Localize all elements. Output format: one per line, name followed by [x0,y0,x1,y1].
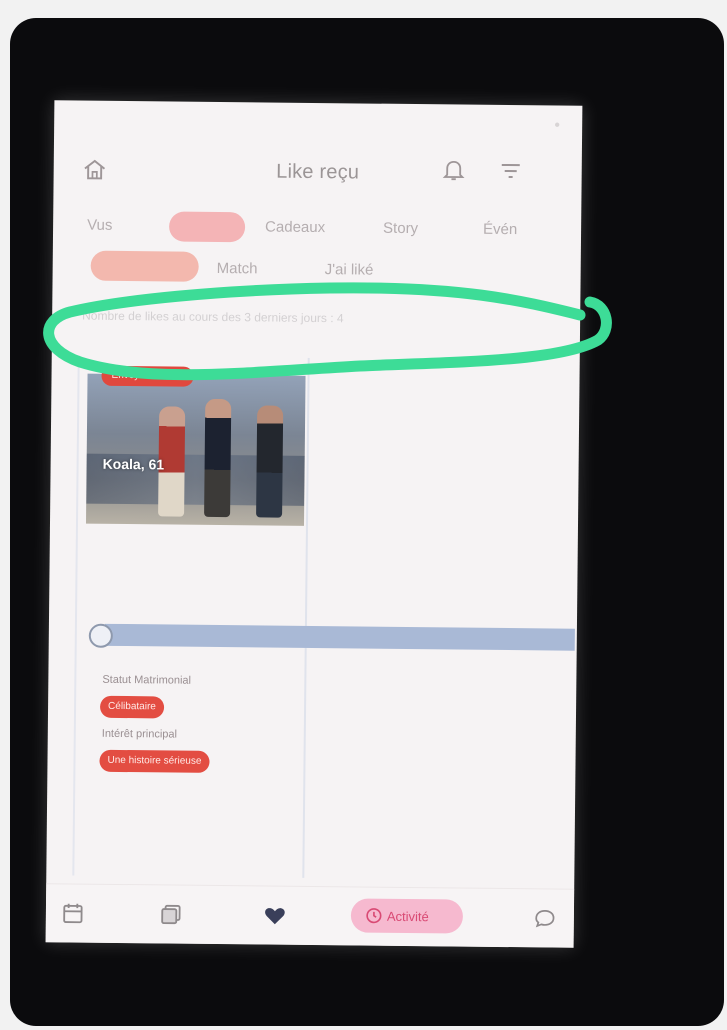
subtab-match[interactable]: Match [217,260,258,277]
profile-card[interactable]: Koala, 61 Envoyer cadeau Statut Matrimon… [72,355,310,878]
app-screen: ● Like reçu Vus Cadeaux Story Évén Match… [45,100,583,948]
subtab-jai-like[interactable]: J'ai liké [325,261,374,279]
slider-handle[interactable] [88,623,113,648]
status-badge: Célibataire [99,695,164,719]
subtab-active[interactable] [90,250,199,282]
tab-vus[interactable]: Vus [87,217,112,234]
main-tabs: Vus Cadeaux Story Évén [53,210,581,250]
activity-label: Activité [386,908,429,925]
filter-icon[interactable] [498,159,524,183]
bell-icon[interactable] [441,156,467,182]
photo-person [204,398,232,518]
top-header: Like reçu [53,138,582,204]
tab-evenements[interactable]: Évén [483,221,517,238]
photo-person [256,405,284,518]
sub-tabs: Match J'ai liké [52,250,580,290]
likes-list: Koala, 61 Envoyer cadeau Statut Matrimon… [72,355,577,881]
tab-story[interactable]: Story [383,220,418,237]
likes-count-notice: Nombre de likes au cours des 3 derniers … [82,308,344,326]
send-gift-badge[interactable]: Envoyer cadeau [101,365,194,387]
chat-icon[interactable] [532,905,558,931]
tab-cadeaux[interactable]: Cadeaux [265,218,325,236]
heart-icon[interactable] [262,902,288,928]
profile-photo[interactable]: Koala, 61 [85,373,306,526]
status-bar: ● [70,114,566,133]
field-label: Intérêt principal [101,727,178,741]
cards-icon[interactable] [158,901,184,927]
calendar-icon[interactable] [60,900,86,926]
clock-icon [366,908,382,924]
activity-tab[interactable]: Activité [350,898,464,934]
bottom-nav: Activité [45,883,575,948]
field-label: Statut Matrimonial [102,673,192,687]
interest-badge: Une histoire sérieuse [99,749,210,773]
profile-name: Koala, 61 [102,455,165,473]
status-indicator-icon: ● [554,119,561,131]
tab-likes-active[interactable] [168,211,246,243]
